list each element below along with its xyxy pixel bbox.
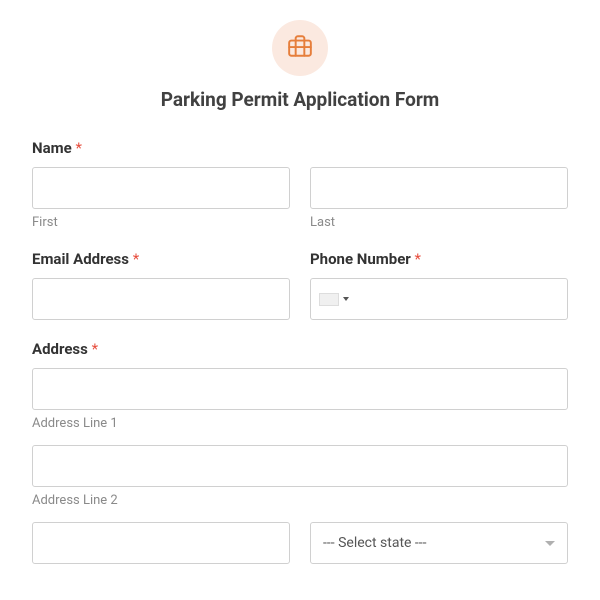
required-mark: * bbox=[92, 340, 98, 358]
email-section: Email Address * bbox=[32, 250, 290, 320]
required-mark: * bbox=[133, 250, 139, 268]
state-select-placeholder: --- Select state --- bbox=[323, 535, 427, 551]
name-label: Name * bbox=[32, 139, 568, 157]
city-input[interactable] bbox=[32, 522, 290, 564]
last-name-input[interactable] bbox=[310, 167, 568, 209]
first-name-sublabel: First bbox=[32, 215, 290, 230]
required-mark: * bbox=[415, 250, 421, 268]
address-label-text: Address bbox=[32, 340, 88, 358]
name-section: Name * First Last bbox=[32, 139, 568, 230]
phone-label-text: Phone Number bbox=[310, 250, 411, 268]
address-line2-input[interactable] bbox=[32, 445, 568, 487]
address-line1-sublabel: Address Line 1 bbox=[32, 416, 568, 431]
briefcase-icon bbox=[287, 33, 313, 63]
chevron-down-icon[interactable] bbox=[343, 297, 349, 301]
address-section: Address * Address Line 1 Address Line 2 … bbox=[32, 340, 568, 564]
email-label: Email Address * bbox=[32, 250, 290, 268]
country-flag-icon[interactable] bbox=[319, 293, 339, 306]
phone-section: Phone Number * bbox=[310, 250, 568, 320]
form-header-icon-circle bbox=[272, 20, 328, 76]
address-line2-sublabel: Address Line 2 bbox=[32, 493, 568, 508]
phone-input-wrap[interactable] bbox=[310, 278, 568, 320]
required-mark: * bbox=[75, 139, 81, 157]
email-label-text: Email Address bbox=[32, 250, 129, 268]
form-title: Parking Permit Application Form bbox=[32, 88, 568, 111]
address-label: Address * bbox=[32, 340, 568, 358]
address-line1-input[interactable] bbox=[32, 368, 568, 410]
email-input[interactable] bbox=[32, 278, 290, 320]
name-label-text: Name bbox=[32, 139, 72, 157]
phone-label: Phone Number * bbox=[310, 250, 568, 268]
chevron-down-icon bbox=[545, 541, 555, 546]
state-select[interactable]: --- Select state --- bbox=[310, 522, 568, 564]
first-name-input[interactable] bbox=[32, 167, 290, 209]
last-name-sublabel: Last bbox=[310, 215, 568, 230]
